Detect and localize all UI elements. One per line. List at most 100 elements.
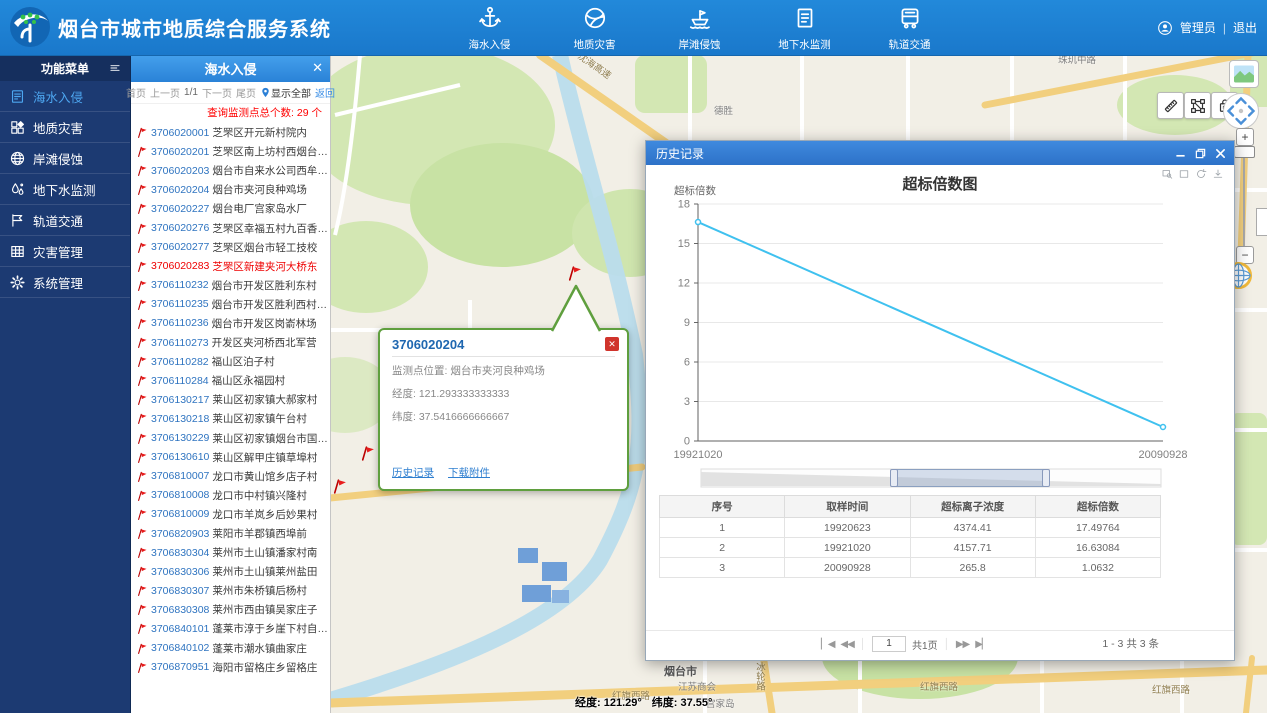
datazoom-left-handle[interactable] xyxy=(890,469,898,487)
point-name: 蓬莱市淳于乡崖下村自来水公… xyxy=(212,621,330,636)
refresh-icon[interactable] xyxy=(1195,168,1207,180)
sidebar-item[interactable]: 灾害管理 xyxy=(0,236,130,267)
list-item[interactable]: 3706130229莱山区初家镇烟台市国土局西北 xyxy=(131,429,330,448)
point-id: 3706840101 xyxy=(151,623,209,635)
modal-header[interactable]: 历史记录 xyxy=(646,141,1234,165)
datazoom-right-handle[interactable] xyxy=(1042,469,1050,487)
point-name: 烟台市夹河良种鸡场 xyxy=(212,182,307,197)
show-all-button[interactable]: 显示全部 xyxy=(260,85,311,100)
prev-page-link[interactable]: 上一页 xyxy=(150,85,180,100)
list-item[interactable]: 3706810009龙口市羊岚乡后妙果村 xyxy=(131,505,330,524)
exceed-multiple-line-chart: 03691215181992102020090928 xyxy=(651,196,1229,496)
close-icon[interactable] xyxy=(1215,148,1226,159)
list-item[interactable]: 3706870951海阳市留格庄乡留格庄 xyxy=(131,658,330,677)
point-id: 3706110236 xyxy=(151,317,209,329)
seawater-list-panel: 海水入侵 ✕ 首页 上一页 1/1 下一页 尾页 显示全部 返回 查询监测点总个… xyxy=(131,55,331,713)
list-item[interactable]: 3706020227烟台电厂宫家岛水厂 xyxy=(131,199,330,218)
sidebar-menu: 海水入侵地质灾害岸滩侵蚀地下水监测轨道交通灾害管理系统管理 xyxy=(0,81,130,298)
list-item[interactable]: 3706020283芝罘区新建夹河大桥东 xyxy=(131,257,330,276)
back-link[interactable]: 返回 xyxy=(315,85,335,100)
pager-next-button[interactable]: ▶▶ xyxy=(956,639,969,650)
list-item[interactable]: 3706110235烟台市开发区胜利西村一队 xyxy=(131,295,330,314)
flag-marker-icon xyxy=(136,145,148,158)
list-item[interactable]: 3706830308莱州市西由镇吴家庄子 xyxy=(131,600,330,619)
sidebar-item[interactable]: 地质灾害 xyxy=(0,112,130,143)
flag-marker-icon xyxy=(136,642,148,655)
point-id: 3706130218 xyxy=(151,413,209,425)
zoom-in-button[interactable]: + xyxy=(1236,128,1254,146)
list-item[interactable]: 3706130217莱山区初家镇大郝家村 xyxy=(131,390,330,409)
zoom-slider-handle[interactable] xyxy=(1234,146,1255,158)
basemap-layers-button[interactable] xyxy=(1229,60,1259,88)
sidebar-item[interactable]: 轨道交通 xyxy=(0,205,130,236)
header-nav-item[interactable]: 海水入侵 xyxy=(437,4,542,52)
map-flag-marker[interactable] xyxy=(566,264,583,282)
close-icon[interactable]: ✕ xyxy=(312,60,323,76)
first-page-link[interactable]: 首页 xyxy=(126,85,146,100)
close-icon[interactable]: ✕ xyxy=(605,337,619,351)
pager-prev-button[interactable]: ◀◀ xyxy=(840,639,853,650)
pager-last-button[interactable]: ▶▏ xyxy=(975,639,988,650)
ruler-tool-button[interactable] xyxy=(1157,92,1184,119)
flag-marker-icon xyxy=(136,565,148,578)
header-nav-item[interactable]: 地下水监测 xyxy=(752,4,857,52)
table-icon xyxy=(9,243,26,260)
map-flag-marker[interactable] xyxy=(359,444,376,462)
list-item[interactable]: 3706110236烟台市开发区岗嵛林场 xyxy=(131,314,330,333)
minimize-icon[interactable] xyxy=(1175,148,1186,159)
polygon-select-tool-button[interactable] xyxy=(1184,92,1211,119)
pager-first-button[interactable]: ▏◀ xyxy=(821,639,834,650)
list-item[interactable]: 3706130610莱山区解甲庄镇草埠村 xyxy=(131,448,330,467)
header-nav-item[interactable]: 轨道交通 xyxy=(857,4,962,52)
list-item[interactable]: 3706020201芝罘区南上坊村西烟台电厂水… xyxy=(131,142,330,161)
save-image-icon[interactable] xyxy=(1212,168,1224,180)
hamburger-icon[interactable] xyxy=(108,61,122,75)
pan-compass[interactable] xyxy=(1222,92,1260,130)
datazoom-selected-region[interactable] xyxy=(894,469,1046,487)
list-item[interactable]: 3706810008龙口市中村镇兴隆村 xyxy=(131,486,330,505)
history-record-link[interactable]: 历史记录 xyxy=(392,465,434,480)
flag-marker-icon xyxy=(136,202,148,215)
header-nav-item[interactable]: 岸滩侵蚀 xyxy=(647,4,752,52)
list-item[interactable]: 3706110273开发区夹河桥西北军营 xyxy=(131,333,330,352)
list-item[interactable]: 3706830304莱州市土山镇潘家村南 xyxy=(131,543,330,562)
total-pages-label: 共1页 xyxy=(912,637,938,652)
list-item[interactable]: 3706020001芝罘区开元新村院内 xyxy=(131,123,330,142)
list-item[interactable]: 3706020203烟台市自来水公司西牟五水厂 xyxy=(131,161,330,180)
area-zoom-icon[interactable] xyxy=(1161,168,1173,180)
header-nav-label: 地质灾害 xyxy=(542,37,647,52)
header-nav-item[interactable]: 地质灾害 xyxy=(542,4,647,52)
sidebar-item[interactable]: 地下水监测 xyxy=(0,174,130,205)
list-item[interactable]: 3706810007龙口市黄山馆乡店子村 xyxy=(131,467,330,486)
list-item[interactable]: 3706130218莱山区初家镇午台村 xyxy=(131,409,330,428)
list-item[interactable]: 3706840102蓬莱市潮水镇曲家庄 xyxy=(131,639,330,658)
point-id: 3706870951 xyxy=(151,661,209,673)
username[interactable]: 管理员 xyxy=(1180,19,1216,36)
list-item[interactable]: 3706020204烟台市夹河良种鸡场 xyxy=(131,180,330,199)
status-latitude: 纬度: 37.55° xyxy=(652,694,713,710)
list-item[interactable]: 3706820903莱阳市羊郡镇西埠前 xyxy=(131,524,330,543)
list-item[interactable]: 3706840101蓬莱市淳于乡崖下村自来水公… xyxy=(131,619,330,638)
restore-icon[interactable] xyxy=(1195,148,1206,159)
list-item[interactable]: 3706110232烟台市开发区胜利东村 xyxy=(131,276,330,295)
list-item[interactable]: 3706110282福山区泊子村 xyxy=(131,352,330,371)
sidebar-item[interactable]: 岸滩侵蚀 xyxy=(0,143,130,174)
overview-map-toggle[interactable] xyxy=(1256,208,1267,236)
page-number-input[interactable]: 1 xyxy=(872,636,906,652)
download-attachment-link[interactable]: 下载附件 xyxy=(448,465,490,480)
sidebar-item[interactable]: 系统管理 xyxy=(0,267,130,298)
sidebar-item[interactable]: 海水入侵 xyxy=(0,81,130,112)
list-item[interactable]: 3706110284福山区永福园村 xyxy=(131,371,330,390)
zoom-slider-track[interactable] xyxy=(1243,144,1245,250)
last-page-link[interactable]: 尾页 xyxy=(236,85,256,100)
next-page-link[interactable]: 下一页 xyxy=(202,85,232,100)
zoom-reset-icon[interactable] xyxy=(1178,168,1190,180)
logout-link[interactable]: 退出 xyxy=(1233,19,1257,36)
table-row: 1199206234374.4117.49764 xyxy=(660,518,1161,538)
map-flag-marker[interactable] xyxy=(331,477,348,495)
list-item[interactable]: 3706830307莱州市朱桥镇后杨村 xyxy=(131,581,330,600)
list-item[interactable]: 3706830306莱州市土山镇莱州盐田 xyxy=(131,562,330,581)
list-item[interactable]: 3706020277芝罘区烟台市轻工技校 xyxy=(131,238,330,257)
list-item[interactable]: 3706020276芝罘区幸福五村九百香浴池 xyxy=(131,218,330,237)
monitoring-point-popup: 3706020204 ✕ 监测点位置: 烟台市夹河良种鸡场 经度: 121.29… xyxy=(378,328,629,491)
